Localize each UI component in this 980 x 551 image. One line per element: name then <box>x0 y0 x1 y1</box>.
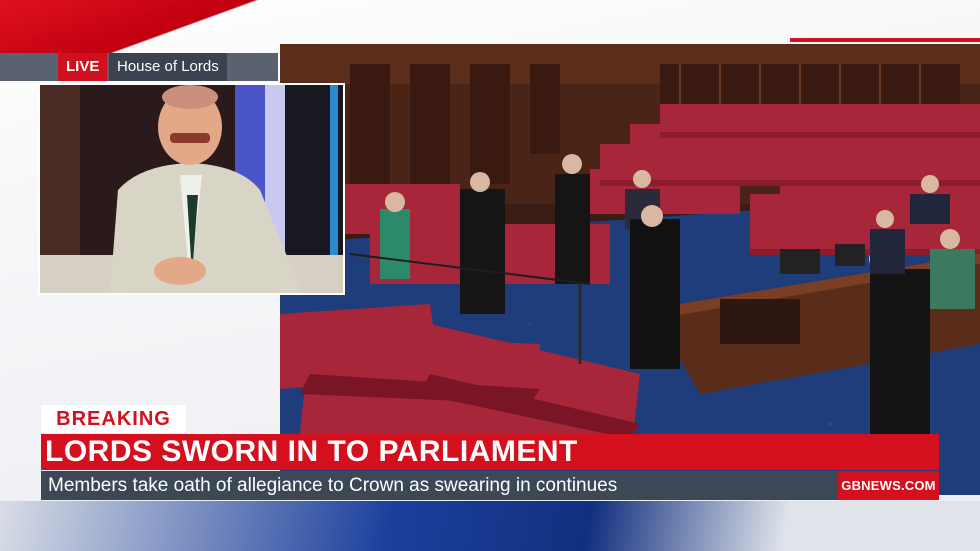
accent-line <box>790 38 980 42</box>
background-red-swoosh <box>0 0 260 60</box>
headline: LORDS SWORN IN TO PARLIAMENT <box>45 435 578 468</box>
background-blue-band <box>0 501 980 551</box>
location-label: House of Lords <box>109 53 227 81</box>
studio-inset <box>38 83 345 295</box>
brand-url: GBNEWS.COM <box>838 471 939 500</box>
breaking-badge: BREAKING <box>41 405 186 433</box>
live-video-feed <box>280 44 980 495</box>
chamber-scene <box>280 44 980 495</box>
subheadline: Members take oath of allegiance to Crown… <box>48 475 618 496</box>
studio-guest-image <box>40 85 343 293</box>
live-badge: LIVE <box>58 53 108 81</box>
